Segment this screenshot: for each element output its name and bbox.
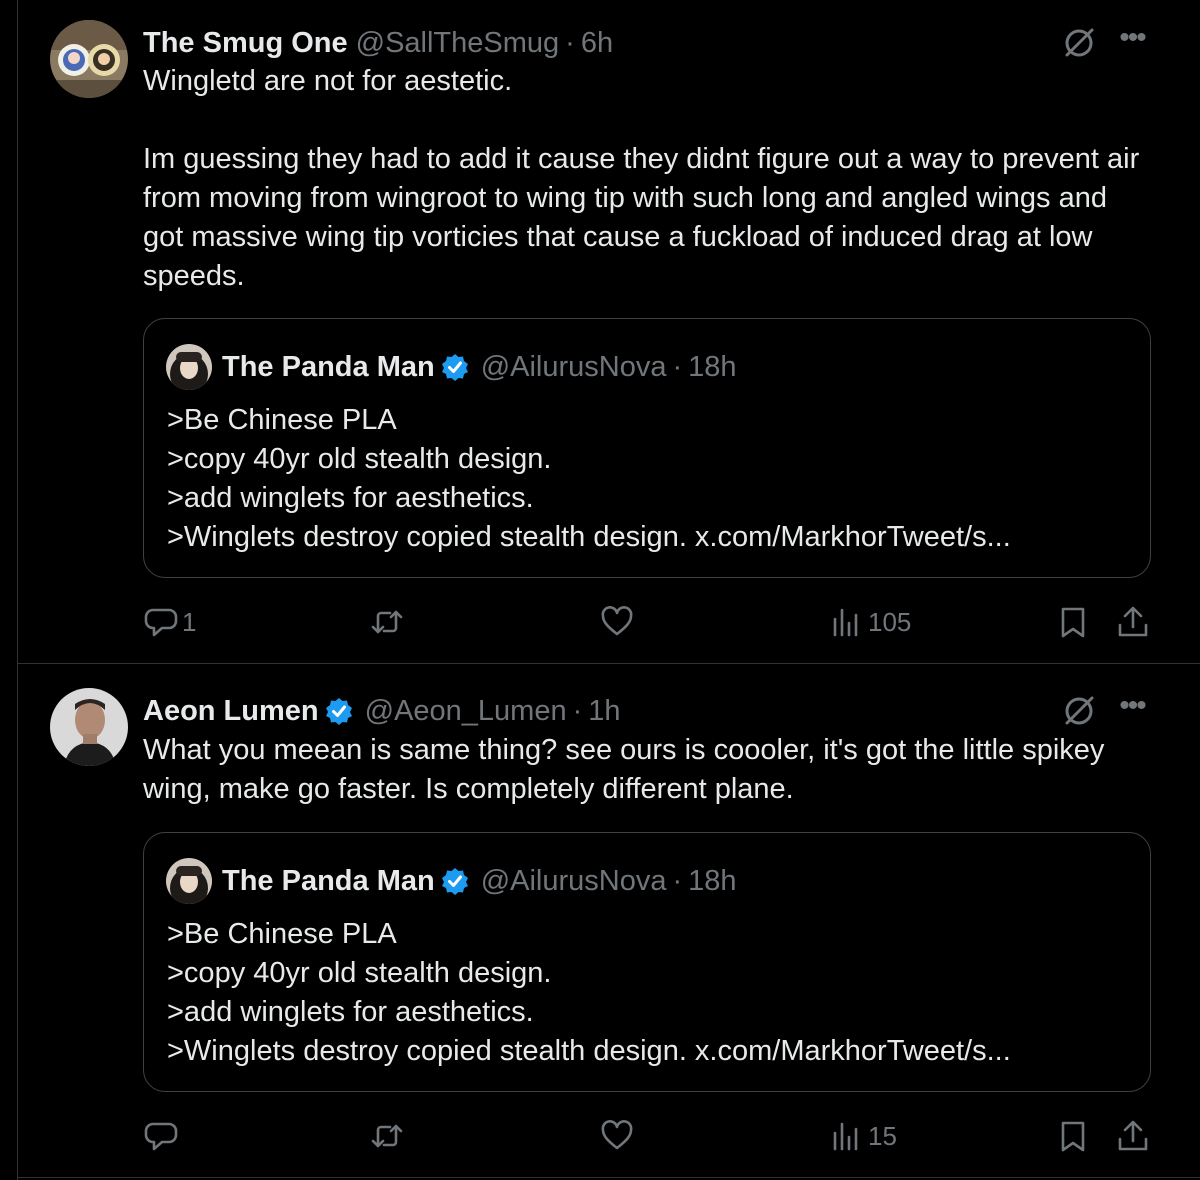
heart-icon: [601, 1120, 633, 1150]
views-button[interactable]: 105: [830, 602, 911, 642]
verified-badge-icon: [441, 868, 468, 895]
timestamp[interactable]: 18h: [688, 865, 736, 898]
quote-line: >Be Chinese PLA: [167, 404, 397, 436]
quote-text: >Be Chinese PLA >copy 40yr old stealth d…: [167, 401, 1011, 557]
avatar[interactable]: [50, 20, 128, 98]
like-button[interactable]: [600, 602, 638, 642]
avatar[interactable]: [50, 688, 128, 766]
author-handle[interactable]: @AilurusNova: [481, 351, 667, 384]
grok-icon[interactable]: [1062, 26, 1096, 60]
reply-icon: [144, 608, 178, 637]
tweet-header: Aeon Lumen @Aeon_Lumen · 1h: [143, 688, 621, 734]
share-icon: [1118, 1120, 1148, 1151]
separator-dot: ·: [672, 350, 683, 383]
quote-header: The Panda Man @AilurusNova · 18h: [166, 344, 737, 390]
timestamp[interactable]: 1h: [588, 695, 620, 728]
tweet-text: Wingletd are not for aestetic. Im guessi…: [143, 65, 1140, 292]
action-bar: 1 105: [0, 602, 1200, 642]
views-icon: [833, 1122, 858, 1151]
quoted-tweet[interactable]: The Panda Man @AilurusNova · 18h >Be Chi…: [143, 318, 1151, 578]
reply-button[interactable]: 1: [144, 602, 196, 642]
heart-icon: [601, 606, 633, 636]
separator-dot: ·: [572, 694, 583, 727]
tweet-text: What you meean is same thing? see ours i…: [143, 734, 1105, 805]
author-name[interactable]: Aeon Lumen: [143, 695, 319, 728]
bookmark-icon: [1061, 607, 1085, 638]
view-count: 105: [868, 606, 912, 637]
author-handle[interactable]: @AilurusNova: [481, 865, 667, 898]
tweet-header: The Smug One @SallTheSmug · 6h: [143, 20, 613, 66]
action-bar: 15: [0, 1116, 1200, 1156]
more-icon[interactable]: •••: [1114, 23, 1150, 58]
quote-line: >Winglets destroy copied stealth design.…: [167, 521, 1011, 553]
quote-text: >Be Chinese PLA >copy 40yr old stealth d…: [167, 915, 1011, 1071]
repost-icon: [371, 610, 403, 634]
quote-line: >copy 40yr old stealth design.: [167, 443, 552, 475]
quoted-tweet[interactable]: The Panda Man @AilurusNova · 18h >Be Chi…: [143, 832, 1151, 1092]
bookmark-button[interactable]: [1056, 1116, 1090, 1156]
reply-icon: [144, 1122, 178, 1151]
repost-icon: [371, 1124, 403, 1148]
timeline-left-border: [17, 0, 18, 1180]
bookmark-button[interactable]: [1056, 602, 1090, 642]
author-handle[interactable]: @Aeon_Lumen: [365, 695, 567, 728]
tweet-divider: [17, 663, 1200, 664]
avatar[interactable]: [166, 858, 212, 904]
share-button[interactable]: [1116, 602, 1150, 642]
author-name[interactable]: The Panda Man: [222, 865, 435, 898]
verified-badge-icon: [441, 354, 468, 381]
views-icon: [833, 608, 858, 637]
quote-line: >add winglets for aesthetics.: [167, 482, 534, 514]
more-icon[interactable]: •••: [1114, 691, 1150, 726]
verified-badge-icon: [325, 698, 352, 725]
view-count: 15: [868, 1120, 897, 1151]
repost-button[interactable]: [370, 1116, 408, 1156]
separator-dot: ·: [565, 26, 575, 59]
separator-dot: ·: [672, 864, 683, 897]
avatar[interactable]: [166, 344, 212, 390]
share-button[interactable]: [1116, 1116, 1150, 1156]
timestamp[interactable]: 18h: [688, 351, 736, 384]
author-name[interactable]: The Smug One: [143, 27, 348, 60]
author-name[interactable]: The Panda Man: [222, 351, 435, 384]
quote-line: >copy 40yr old stealth design.: [167, 957, 552, 989]
timestamp[interactable]: 6h: [581, 27, 613, 60]
grok-icon[interactable]: [1062, 694, 1096, 728]
reply-button[interactable]: [144, 1116, 182, 1156]
tweet-divider: [17, 1177, 1200, 1178]
reply-count: 1: [182, 606, 197, 637]
quote-line: >Be Chinese PLA: [167, 918, 397, 950]
like-button[interactable]: [600, 1116, 638, 1156]
views-button[interactable]: 15: [830, 1116, 897, 1156]
bookmark-icon: [1061, 1121, 1085, 1152]
author-handle[interactable]: @SallTheSmug: [356, 27, 560, 60]
repost-button[interactable]: [370, 602, 408, 642]
quote-line: >Winglets destroy copied stealth design.…: [167, 1035, 1011, 1067]
share-icon: [1118, 606, 1148, 637]
quote-header: The Panda Man @AilurusNova · 18h: [166, 858, 737, 904]
quote-line: >add winglets for aesthetics.: [167, 996, 534, 1028]
